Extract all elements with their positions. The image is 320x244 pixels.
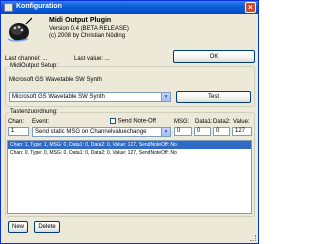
value-header: Value:	[233, 119, 250, 125]
event-header: Event:	[32, 119, 50, 125]
plugin-logo-icon	[7, 17, 32, 42]
value-input[interactable]: 127	[232, 127, 252, 136]
new-button[interactable]: New	[8, 221, 28, 233]
assignment-list[interactable]: Chan: 1, Type: 1, MSG: 0, Data1: 0, Data…	[7, 140, 252, 214]
event-select[interactable]: Send static MSG on Channelvaluechange ▼	[32, 127, 171, 137]
msg-header: MSG:	[174, 119, 190, 125]
assignment-label: Tastenzuordnung:	[9, 109, 59, 115]
title-bar[interactable]: Konfiguration ×	[1, 1, 258, 14]
plugin-copyright: (c) 2008 by Christian Nöding	[49, 33, 126, 39]
data2-header: Data2:	[213, 119, 231, 125]
data2-input[interactable]: 0	[213, 127, 230, 136]
data1-input[interactable]: 0	[194, 127, 211, 136]
list-item[interactable]: Chan: 1, Type: 1, MSG: 0, Data1: 0, Data…	[8, 141, 251, 149]
delete-button[interactable]: Delete	[34, 221, 60, 233]
midi-device-select-value: Microsoft GS Wavetable SW Synth	[12, 94, 105, 100]
chevron-down-icon[interactable]: ▼	[161, 93, 170, 101]
list-item[interactable]: Chan: 0, Type: 0, MSG: 0, Data1: 0, Data…	[8, 149, 251, 157]
plugin-version: Version 0.4 (BETA RELEASE)	[49, 26, 129, 32]
ok-button[interactable]: OK	[173, 50, 255, 63]
chan-input[interactable]: 1	[8, 127, 29, 136]
plugin-name: Midi Output Plugin	[49, 17, 112, 24]
last-value-label: Last value: ...	[74, 56, 110, 62]
data1-header: Data1:	[195, 119, 213, 125]
checkbox-box[interactable]	[110, 118, 116, 124]
window-title: Konfiguration	[16, 3, 62, 10]
close-button[interactable]: ×	[245, 2, 256, 13]
test-button[interactable]: Test	[176, 91, 251, 103]
midi-setup-group: MidiOutput Setup: Microsoft GS Wavetable…	[5, 63, 255, 107]
msg-input[interactable]: 0	[174, 127, 192, 136]
chevron-down-icon[interactable]: ▼	[161, 128, 170, 136]
last-channel-label: Last channel: ...	[5, 56, 48, 62]
send-noteoff-label: Send Note-Off	[117, 118, 156, 125]
app-icon	[4, 3, 13, 12]
event-select-value: Send static MSG on Channelvaluechange	[35, 129, 147, 135]
chan-header: Chan:	[8, 119, 25, 125]
midi-device-select[interactable]: Microsoft GS Wavetable SW Synth ▼	[9, 92, 171, 102]
send-noteoff-checkbox[interactable]: Send Note-Off	[110, 118, 156, 125]
config-window: Konfiguration × Midi Output Plugin Versi…	[0, 0, 259, 244]
resize-grip[interactable]	[250, 235, 256, 241]
midi-setup-label: MidiOutput Setup:	[9, 63, 60, 69]
midi-device-name: Microsoft GS Wavetable SW Synth	[9, 77, 102, 83]
